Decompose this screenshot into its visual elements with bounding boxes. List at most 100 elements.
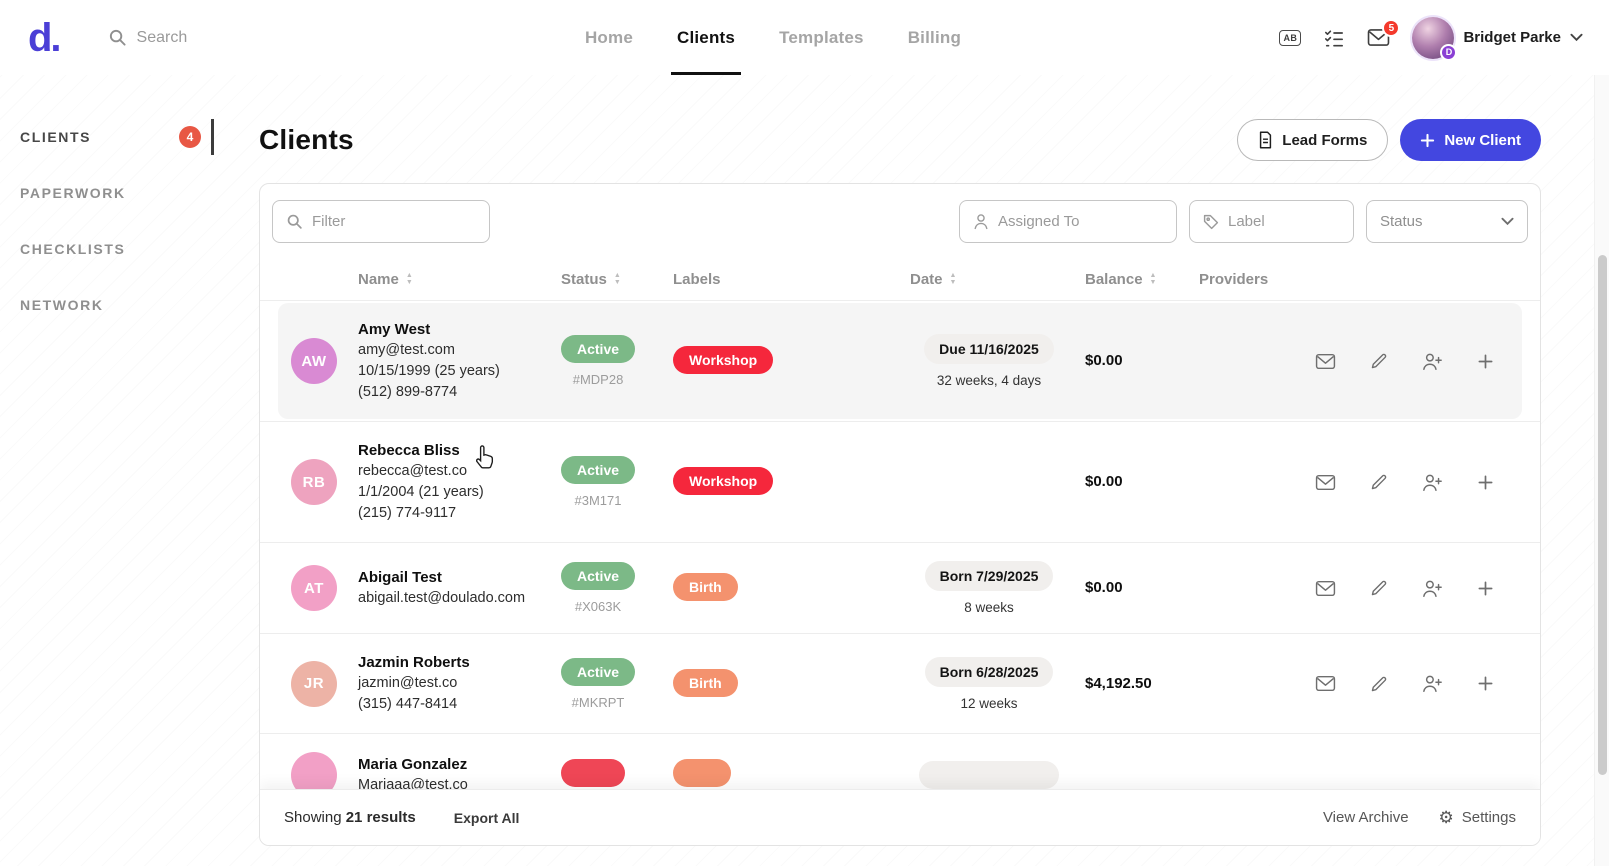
due-date-pill: Born 6/28/2025 [924,656,1054,687]
column-header-name[interactable]: Name ▲ ▼ [358,271,561,288]
client-name-cell: Amy West amy@test.com 10/15/1999 (25 yea… [358,319,561,403]
client-name-cell: Jazmin Roberts jazmin@test.co (315) 447-… [358,652,561,715]
label-input-wrap[interactable] [1189,200,1354,243]
results-count: Showing 21 results [284,809,416,826]
person-add-icon[interactable] [1422,473,1443,492]
document-icon [1258,131,1273,149]
client-name: Abigail Test [358,569,442,586]
assigned-to-input[interactable] [998,213,1163,230]
label-pill: Birth [673,573,738,601]
client-avatar: AW [291,338,337,384]
sidebar-item-paperwork[interactable]: PAPERWORK [20,175,211,211]
plus-icon[interactable] [1477,353,1494,370]
client-birthdate: 10/15/1999 (25 years) [358,363,500,379]
person-add-icon[interactable] [1422,352,1443,371]
client-avatar: RB [291,459,337,505]
table-row[interactable]: AT Abigail Test abigail.test@doulado.com… [260,542,1540,633]
search-input[interactable] [136,28,267,47]
sidebar-item-label: NETWORK [20,297,104,313]
client-code: #MKRPT [571,694,625,710]
navbar: d. Home Clients Templates Billing AB 5 D… [0,0,1609,75]
client-balance: $0.00 [1085,352,1123,369]
sort-icon[interactable]: ▲ ▼ [1150,272,1157,286]
sidebar-item-label: CHECKLISTS [20,241,126,257]
mail-icon[interactable] [1315,474,1336,491]
assigned-to-input-wrap[interactable] [959,200,1177,243]
sort-icon[interactable]: ▲ ▼ [950,272,957,286]
table-row[interactable]: AW Amy West amy@test.com 10/15/1999 (25 … [260,300,1540,421]
pencil-icon[interactable] [1370,579,1388,597]
global-search[interactable] [108,28,267,47]
column-header-labels: Labels [673,271,721,288]
client-avatar: AT [291,565,337,611]
lead-forms-label: Lead Forms [1282,131,1368,149]
sidebar-item-label: CLIENTS [20,129,92,145]
plus-icon[interactable] [1477,474,1494,491]
mail-icon[interactable] [1315,580,1336,597]
column-header-balance[interactable]: Balance ▲ ▼ [1085,271,1199,288]
client-balance: $0.00 [1085,473,1123,490]
sidebar: CLIENTS 4 PAPERWORK CHECKLISTS NETWORK [0,75,259,866]
nav-item-clients[interactable]: Clients [670,0,742,75]
sidebar-item-clients[interactable]: CLIENTS 4 [20,119,214,155]
lead-forms-button[interactable]: Lead Forms [1237,119,1389,161]
client-phone: (215) 774-9117 [358,505,457,521]
filter-input[interactable] [312,213,476,230]
mail-icon[interactable]: 5 [1367,19,1401,47]
client-birthdate: 1/1/2004 (21 years) [358,484,484,500]
filter-input-wrap[interactable] [272,200,490,243]
ab-icon[interactable]: AB [1279,29,1302,46]
table-row[interactable]: Maria Gonzalez Mariaaa@test.co [260,733,1540,789]
sidebar-item-checklists[interactable]: CHECKLISTS [20,231,211,267]
client-email: jazmin@test.co [358,675,458,691]
person-add-icon[interactable] [1422,674,1443,693]
date-countdown: 8 weeks [964,600,1014,615]
sort-icon[interactable]: ▲ ▼ [406,272,413,286]
filter-bar: Status [260,184,1540,257]
nav-item-templates[interactable]: Templates [779,0,864,75]
scrollbar-thumb[interactable] [1598,255,1607,775]
new-client-button[interactable]: New Client [1400,119,1541,161]
column-header-date[interactable]: Date ▲ ▼ [910,271,1085,288]
sidebar-item-label: PAPERWORK [20,185,126,201]
gear-icon: ⚙ [1438,808,1454,827]
table-row[interactable]: RB Rebecca Bliss rebecca@test.co 1/1/200… [260,421,1540,542]
status-select[interactable]: Status [1366,200,1528,243]
nav-item-home[interactable]: Home [585,0,633,75]
tag-icon [1203,214,1219,230]
pencil-icon[interactable] [1370,473,1388,491]
label-input[interactable] [1228,213,1340,230]
main-content: Clients Lead Forms New Client Filter Ass… [259,75,1609,866]
table-row[interactable]: JR Jazmin Roberts jazmin@test.co (315) 4… [260,633,1540,733]
main-nav: Home Clients Templates Billing [585,0,961,75]
pencil-icon[interactable] [1370,352,1388,370]
scrollbar-track[interactable] [1594,75,1609,866]
plus-icon[interactable] [1477,675,1494,692]
status-pill: Active [561,562,636,590]
person-add-icon[interactable] [1422,579,1443,598]
sort-icon[interactable]: ▲ ▼ [614,272,621,286]
date-countdown: 12 weeks [960,695,1018,711]
settings-button[interactable]: ⚙ Settings [1439,809,1516,826]
status-pill [561,758,625,787]
export-all-button[interactable]: Export All [454,810,520,826]
nav-item-billing[interactable]: Billing [908,0,961,75]
pencil-icon[interactable] [1370,675,1388,693]
sidebar-item-network[interactable]: NETWORK [20,287,211,323]
client-avatar [291,752,337,789]
mail-icon[interactable] [1315,353,1336,370]
client-email: Mariaaa@test.co [358,777,468,789]
plus-icon[interactable] [1477,580,1494,597]
app-logo[interactable]: d. [28,18,62,58]
view-archive-button[interactable]: View Archive [1323,809,1409,826]
client-phone: (512) 899-8774 [358,384,458,400]
client-code: #X063K [574,599,622,614]
column-header-status[interactable]: Status ▲ ▼ [561,271,673,288]
checklist-icon[interactable] [1323,28,1345,48]
client-phone: (315) 447-8414 [358,696,458,712]
table-body: AW Amy West amy@test.com 10/15/1999 (25 … [260,300,1540,789]
client-name: Rebecca Bliss [358,442,460,459]
mail-icon[interactable] [1315,675,1336,692]
user-menu[interactable]: D Bridget Parke [1412,16,1583,61]
row-actions [1199,579,1520,598]
